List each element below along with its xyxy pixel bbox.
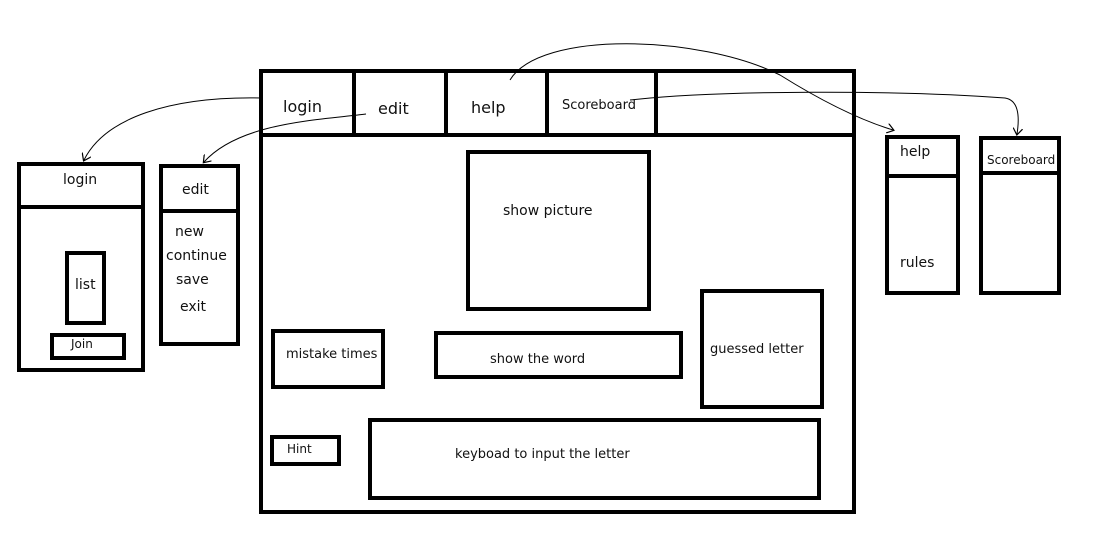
login-panel-title: login (63, 172, 98, 188)
join-label: Join (71, 337, 93, 351)
scoreboard-panel-title: Scoreboard (987, 153, 1056, 167)
menu-help[interactable]: help (471, 100, 506, 116)
menu-bar-divider (259, 133, 856, 137)
edit-item-save[interactable]: save (176, 273, 209, 287)
keyboard-label: keyboad to input the letter (455, 447, 630, 462)
edit-item-exit[interactable]: exit (180, 300, 206, 314)
menu-edit[interactable]: edit (378, 101, 409, 117)
menu-scoreboard[interactable]: Scoreboard (562, 99, 636, 112)
guessed-letter-label: guessed letter (710, 342, 804, 357)
menu-separator (444, 69, 448, 135)
show-picture-label: show picture (503, 203, 593, 219)
picture-box (466, 150, 651, 311)
hint-label: Hint (287, 442, 312, 456)
help-panel-title: help (900, 144, 931, 160)
show-word-label: show the word (490, 352, 586, 367)
menu-separator (352, 69, 356, 135)
list-label: list (75, 277, 96, 293)
menu-separator (545, 69, 549, 135)
scoreboard-panel-divider (979, 171, 1061, 175)
edit-panel-divider (159, 209, 240, 213)
menu-login[interactable]: login (283, 99, 322, 115)
login-arrow (84, 97, 263, 160)
mistake-times-label: mistake times (286, 347, 378, 362)
menu-separator (654, 69, 658, 135)
edit-panel-title: edit (182, 182, 209, 198)
rules-label: rules (900, 255, 935, 271)
help-panel-divider (885, 174, 960, 178)
game-ui-wireframe: login edit help Scoreboard show picture … (0, 0, 1104, 537)
edit-item-new[interactable]: new (175, 225, 204, 239)
login-panel-divider (17, 205, 145, 209)
edit-item-continue[interactable]: continue (166, 249, 227, 263)
